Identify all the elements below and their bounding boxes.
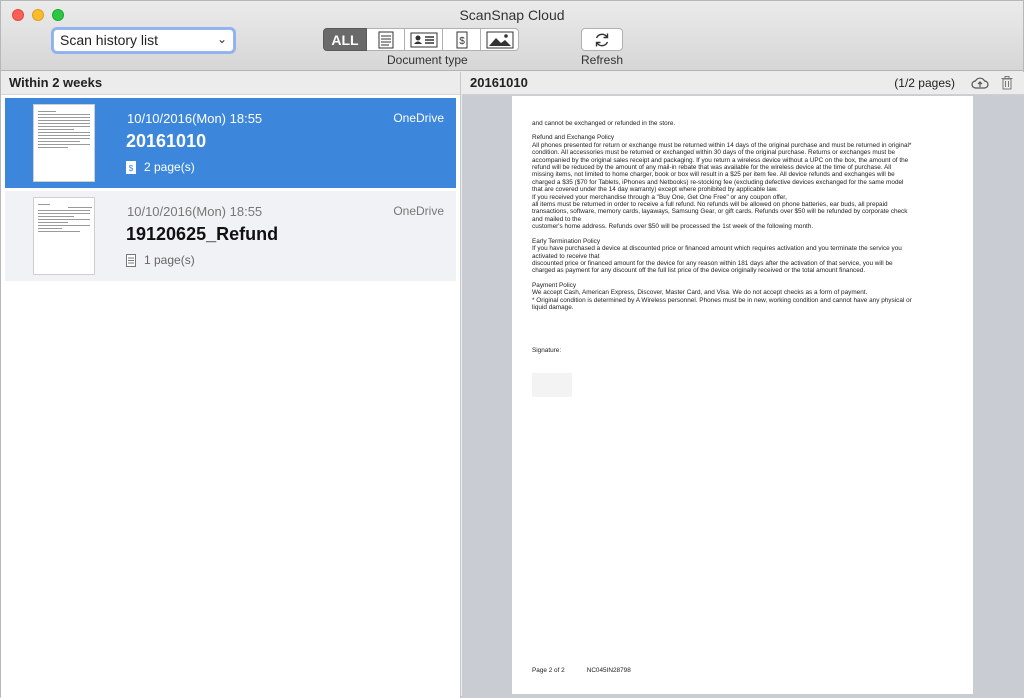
document-text-line: If you have purchased a device at discou… (532, 245, 902, 253)
document-icon (126, 253, 136, 267)
document-text-line: refund will be reduced by the amount of … (532, 164, 892, 172)
signature-area (532, 372, 572, 397)
page-count-text: 1 page(s) (144, 253, 195, 267)
cloud-upload-icon[interactable] (971, 76, 989, 90)
document-text-line: and mailed to the (532, 215, 582, 223)
history-item-title: 19120625_Refund (126, 224, 279, 244)
document-text-line: that are covered under the 14 day warran… (532, 186, 778, 194)
document-type-label: Document type (387, 53, 468, 67)
document-text-line: * Original condition is determined by A … (532, 296, 912, 304)
preview-title: 20161010 (470, 75, 528, 90)
document-thumbnail (33, 104, 95, 182)
chevron-down-icon: ⌄ (216, 32, 227, 46)
page-count-text: 2 page(s) (144, 160, 195, 174)
history-item-title: 20161010 (126, 131, 207, 151)
document-text-line: customer's home address. Refunds over $5… (532, 223, 814, 231)
document-thumbnail (33, 197, 95, 275)
business-card-icon (410, 32, 437, 47)
document-text-line: condition. All accessories must be retur… (532, 149, 896, 157)
doctype-documents-button[interactable] (367, 28, 405, 51)
history-item-date: 10/10/2016(Mon) 18:55 (127, 111, 263, 126)
refresh-icon (595, 33, 609, 46)
scansnap-cloud-window: ScanSnap Cloud Scan history list ⌄ ALL $… (0, 0, 1024, 698)
receipt-icon: $ (456, 31, 467, 48)
document-text-line: activated to receive that (532, 252, 600, 260)
group-header: Within 2 weeks (1, 72, 460, 95)
preview-header: 20161010 (1/2 pages) (462, 72, 1024, 95)
footer-document-code: NC045IN28798 (586, 666, 631, 674)
view-select-value: Scan history list (60, 32, 159, 48)
receipt-icon: $ (126, 160, 136, 174)
history-item-date: 10/10/2016(Mon) 18:55 (127, 204, 263, 219)
history-item-pages: 1 page(s) (126, 253, 195, 267)
document-text-line: Early Termination Policy (532, 237, 601, 245)
doctype-photos-button[interactable] (481, 28, 519, 51)
document-type-segmented-control: ALL $ (323, 28, 519, 51)
svg-text:$: $ (459, 36, 465, 47)
refresh-label: Refresh (581, 53, 624, 67)
document-text-line: charged a $35 ($70 for Tablets, iPhones … (532, 178, 904, 186)
document-icon (378, 31, 393, 48)
history-item[interactable]: 10/10/2016(Mon) 18:55 20161010 $ 2 page(… (5, 98, 456, 188)
document-text-line: All phones presented for return or excha… (532, 141, 912, 149)
history-item-pages: $ 2 page(s) (126, 160, 195, 174)
preview-page-count: (1/2 pages) (894, 76, 955, 90)
document-preview-page: and cannot be exchanged or refunded in t… (512, 96, 973, 694)
page-footer: Page 2 of 2 NC045IN28798 (532, 667, 631, 674)
preview-scrollbar[interactable] (1015, 96, 1024, 696)
document-text-line: missing items, not limited to home charg… (532, 171, 895, 179)
document-text-line: If you received your merchandise through… (532, 193, 787, 201)
doctype-business-cards-button[interactable] (405, 28, 443, 51)
window-title: ScanSnap Cloud (459, 7, 565, 23)
signature-label: Signature: (532, 347, 562, 355)
document-text-line: all items must be returned in order to r… (532, 201, 888, 209)
history-item-destination: OneDrive (393, 111, 444, 125)
doctype-receipts-button[interactable]: $ (443, 28, 481, 51)
history-item-destination: OneDrive (393, 204, 444, 218)
document-text-line: We accept Cash, American Express, Discov… (532, 289, 868, 297)
scan-history-list: Within 2 weeks 10/10/2016(Mon) 18:55 201… (1, 72, 461, 698)
document-text: and cannot be exchanged or refunded in t… (532, 96, 953, 311)
document-text-line: Payment Policy (532, 281, 577, 289)
document-text-line: discounted price or financed amount for … (532, 259, 893, 267)
photo-icon (486, 31, 513, 48)
trash-icon[interactable] (1001, 76, 1013, 90)
footer-page-number: Page 2 of 2 (532, 666, 565, 674)
preview-pane: 20161010 (1/2 pages) and cannot be excha… (462, 72, 1024, 698)
document-text-line: and cannot be exchanged or refunded in t… (532, 120, 676, 127)
doctype-all-label: ALL (331, 31, 359, 48)
doctype-all-button[interactable]: ALL (323, 28, 367, 51)
document-text-line: transactions, software, memory cards, la… (532, 208, 908, 216)
document-text-line: Refund and Exchange Policy (532, 134, 615, 142)
history-item[interactable]: 10/10/2016(Mon) 18:55 19120625_Refund 1 … (5, 191, 456, 281)
view-select[interactable]: Scan history list ⌄ (53, 29, 234, 52)
document-text-line: accompanied by the original sales receip… (532, 156, 909, 164)
svg-text:$: $ (129, 164, 134, 173)
document-text-line: liquid damage. (532, 303, 574, 311)
refresh-button[interactable] (581, 28, 623, 51)
document-text-line: charged as payment for any discount off … (532, 267, 866, 275)
titlebar: ScanSnap Cloud Scan history list ⌄ ALL $… (1, 1, 1023, 71)
